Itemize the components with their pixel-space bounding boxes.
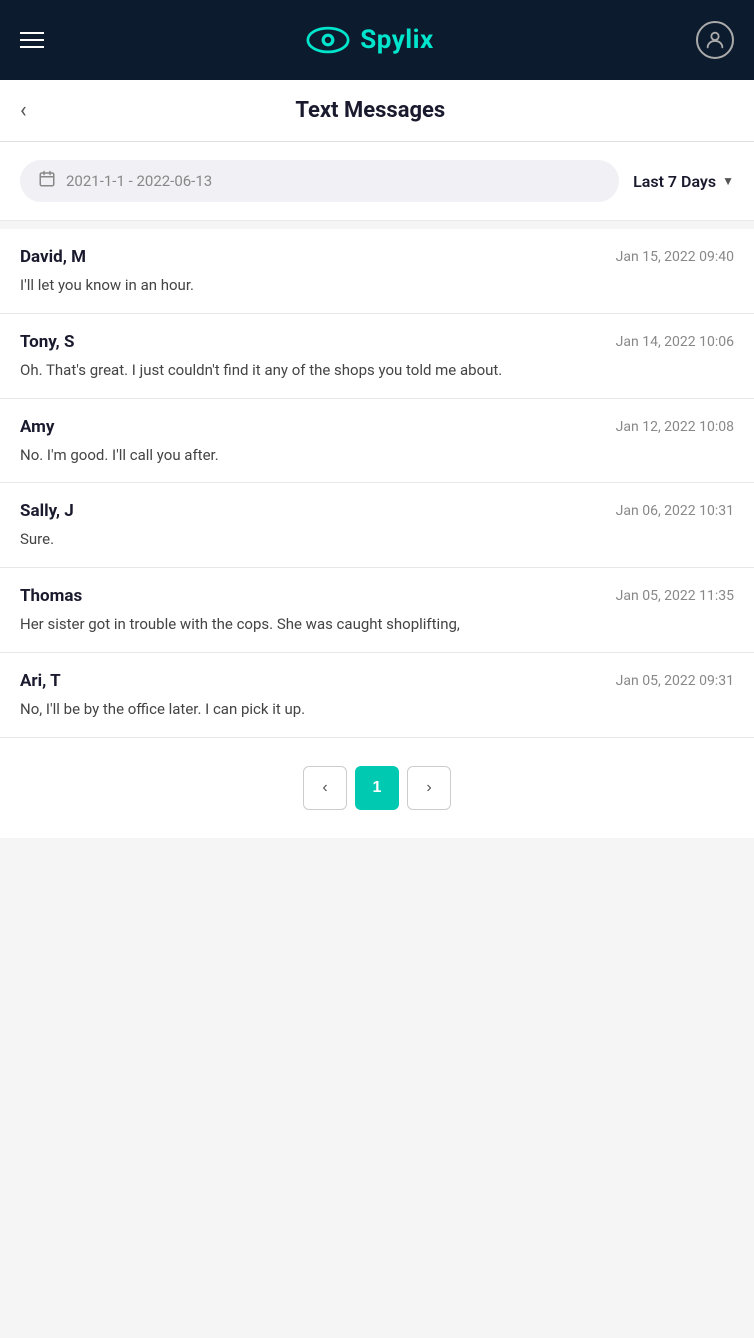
message-item[interactable]: David, M Jan 15, 2022 09:40 I'll let you… [0,229,754,314]
date-range-value: 2021-1-1 - 2022-06-13 [66,172,212,190]
title-bar: ‹ Text Messages [0,80,754,142]
message-time: Jan 12, 2022 10:08 [616,419,734,435]
message-header: Amy Jan 12, 2022 10:08 [20,417,734,437]
message-item[interactable]: Amy Jan 12, 2022 10:08 No. I'm good. I'l… [0,399,754,484]
logo-text: Spylix [360,25,434,55]
menu-icon-line2 [20,39,44,41]
menu-button[interactable] [20,32,44,48]
pagination: ‹ 1 › [0,738,754,838]
message-preview: No. I'm good. I'll call you after. [20,445,734,467]
message-time: Jan 05, 2022 09:31 [616,673,734,689]
next-page-button[interactable]: › [407,766,451,810]
message-preview: Her sister got in trouble with the cops.… [20,614,734,636]
message-item[interactable]: Ari, T Jan 05, 2022 09:31 No, I'll be by… [0,653,754,738]
message-item[interactable]: Tony, S Jan 14, 2022 10:06 Oh. That's gr… [0,314,754,399]
message-time: Jan 14, 2022 10:06 [616,334,734,350]
message-time: Jan 15, 2022 09:40 [616,249,734,265]
message-header: Sally, J Jan 06, 2022 10:31 [20,501,734,521]
user-icon [704,29,726,51]
message-time: Jan 05, 2022 11:35 [616,588,734,604]
message-header: Tony, S Jan 14, 2022 10:06 [20,332,734,352]
back-button[interactable]: ‹ [20,100,27,122]
logo-icon [306,26,350,54]
prev-page-button[interactable]: ‹ [303,766,347,810]
message-list: David, M Jan 15, 2022 09:40 I'll let you… [0,229,754,738]
contact-name: Sally, J [20,501,74,521]
message-header: Thomas Jan 05, 2022 11:35 [20,586,734,606]
menu-icon-line1 [20,32,44,34]
calendar-icon [38,170,56,192]
filter-bar: 2021-1-1 - 2022-06-13 Last 7 Days ▼ [0,142,754,221]
date-range-input[interactable]: 2021-1-1 - 2022-06-13 [20,160,619,202]
contact-name: Amy [20,417,54,437]
app-logo: Spylix [306,25,434,55]
current-page-button[interactable]: 1 [355,766,399,810]
app-header: Spylix [0,0,754,80]
message-item[interactable]: Thomas Jan 05, 2022 11:35 Her sister got… [0,568,754,653]
message-header: David, M Jan 15, 2022 09:40 [20,247,734,267]
contact-name: Tony, S [20,332,74,352]
contact-name: Ari, T [20,671,61,691]
contact-name: Thomas [20,586,82,606]
message-header: Ari, T Jan 05, 2022 09:31 [20,671,734,691]
page-title: Text Messages [37,98,704,123]
message-preview: I'll let you know in an hour. [20,275,734,297]
date-filter-dropdown[interactable]: Last 7 Days ▼ [633,172,734,191]
message-item[interactable]: Sally, J Jan 06, 2022 10:31 Sure. [0,483,754,568]
avatar-button[interactable] [696,21,734,59]
message-preview: No, I'll be by the office later. I can p… [20,699,734,721]
message-preview: Oh. That's great. I just couldn't find i… [20,360,734,382]
message-preview: Sure. [20,529,734,551]
filter-label: Last 7 Days [633,172,716,191]
chevron-down-icon: ▼ [722,174,734,188]
menu-icon-line3 [20,46,44,48]
message-time: Jan 06, 2022 10:31 [616,503,734,519]
contact-name: David, M [20,247,86,267]
